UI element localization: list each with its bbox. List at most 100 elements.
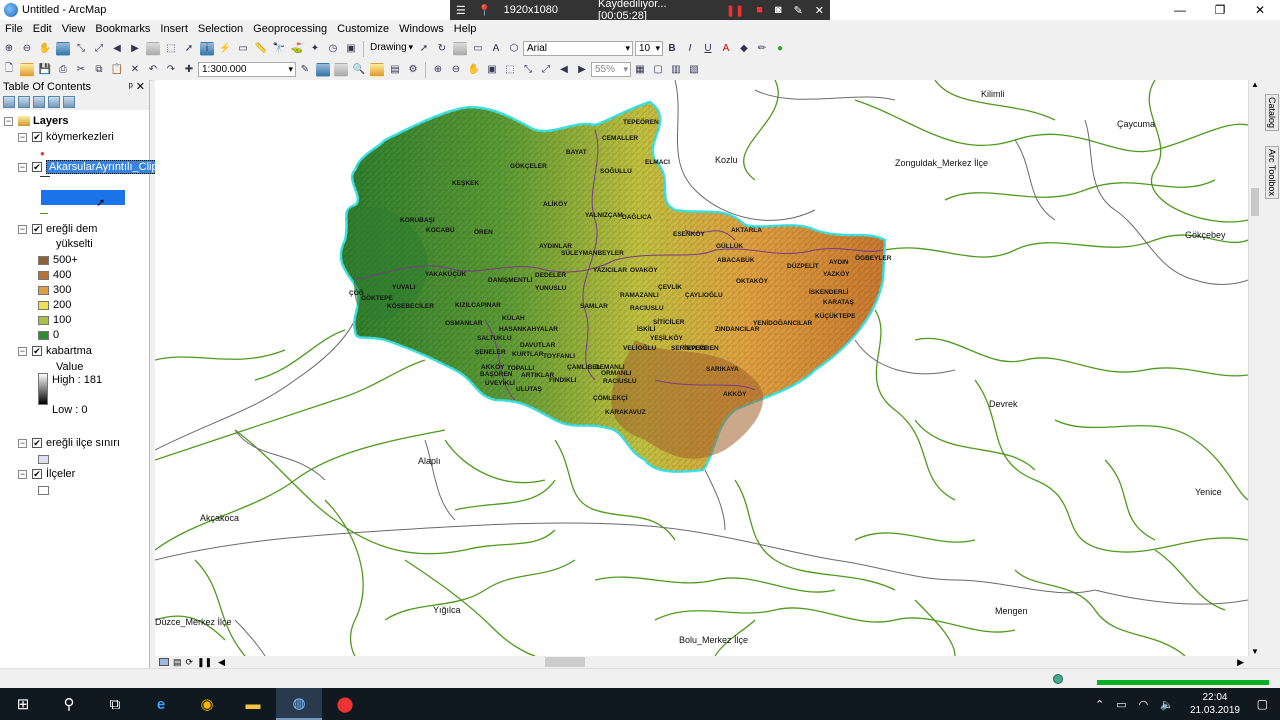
toolbox-icon[interactable] bbox=[370, 62, 384, 77]
layout-fixed-in-icon[interactable]: ⤡ bbox=[521, 63, 535, 77]
start-icon[interactable]: ⊞ bbox=[0, 688, 46, 720]
print-icon[interactable]: ⎙ bbox=[56, 63, 70, 77]
collapse-icon[interactable]: − bbox=[18, 469, 27, 479]
list-by-selection-icon[interactable] bbox=[48, 96, 60, 108]
data-driven-pages-icon[interactable]: ▧ bbox=[687, 63, 701, 77]
identify-icon[interactable]: i bbox=[200, 41, 214, 56]
map-canvas[interactable]: Kilimli Çaycuma Kozlu Zonguldak_Merkez İlçe… bbox=[155, 80, 1248, 656]
layer-kabartma[interactable]: − ✔ kabartma bbox=[18, 344, 92, 358]
change-layout-icon[interactable]: ▥ bbox=[669, 63, 683, 77]
html-popup-icon[interactable]: ▭ bbox=[236, 42, 250, 56]
menu-bookmarks[interactable]: Bookmarks bbox=[90, 23, 155, 35]
add-data-icon[interactable]: ✚ bbox=[182, 63, 196, 77]
undo-icon[interactable]: ↶ bbox=[146, 63, 160, 77]
catalog-tab[interactable]: Catalog bbox=[1265, 94, 1279, 132]
layout-back-icon[interactable]: ◀ bbox=[557, 63, 571, 77]
italic-button[interactable]: I bbox=[683, 42, 697, 56]
stop-icon[interactable]: ■ bbox=[756, 4, 763, 16]
font-size-select[interactable]: 10 bbox=[635, 41, 663, 56]
scroll-up-icon[interactable]: ▲ bbox=[1249, 80, 1261, 89]
map-vertical-scrollbar[interactable]: ▲ ▼ bbox=[1248, 80, 1261, 656]
layer-eregli-dem[interactable]: − ✔ ereğli dem bbox=[18, 222, 97, 236]
zoom-whole-page-icon[interactable] bbox=[453, 41, 467, 56]
paste-icon[interactable]: 📋 bbox=[110, 63, 124, 77]
menu-view[interactable]: View bbox=[57, 23, 91, 35]
layout-zoom-in-icon[interactable]: ⊕ bbox=[431, 63, 445, 77]
task-view-icon[interactable]: ⧉ bbox=[92, 688, 138, 720]
menu-geoprocessing[interactable]: Geoprocessing bbox=[248, 23, 332, 35]
list-by-visibility-icon[interactable] bbox=[33, 96, 45, 108]
layer-eregli-ilce[interactable]: − ✔ ereğli ilçe sınırı bbox=[18, 436, 120, 450]
collapse-icon[interactable]: − bbox=[18, 162, 27, 172]
pin-icon[interactable]: 📍 bbox=[478, 4, 492, 17]
visibility-checkbox[interactable]: ✔ bbox=[32, 438, 42, 448]
fill-color-icon[interactable]: ◆ bbox=[737, 42, 751, 56]
layer-ilceler[interactable]: − ✔ İlçeler bbox=[18, 467, 75, 481]
bold-button[interactable]: B bbox=[665, 42, 679, 56]
layer-koymerkezleri[interactable]: − ✔ köymerkezleri bbox=[18, 130, 114, 144]
notifications-icon[interactable]: ▢ bbox=[1257, 697, 1268, 711]
layout-zoom-out-icon[interactable]: ⊖ bbox=[449, 63, 463, 77]
visibility-checkbox[interactable]: ✔ bbox=[32, 162, 42, 172]
layers-group[interactable]: − Layers bbox=[4, 114, 68, 128]
camera-icon[interactable]: ◙ bbox=[775, 4, 782, 16]
clear-selection-icon[interactable]: ⬚ bbox=[164, 42, 178, 56]
layout-pan-icon[interactable]: ✋ bbox=[467, 63, 481, 77]
recorder-menu-icon[interactable]: ☰ bbox=[456, 4, 466, 17]
measure-icon[interactable]: 📏 bbox=[254, 42, 268, 56]
modelbuilder-icon[interactable]: ⚙ bbox=[406, 63, 420, 77]
layout-full-icon[interactable]: ▣ bbox=[485, 63, 499, 77]
horizontal-scroll-thumb[interactable] bbox=[545, 657, 585, 667]
data-view-icon[interactable] bbox=[159, 658, 169, 666]
menu-selection[interactable]: Selection bbox=[193, 23, 248, 35]
save-icon[interactable]: 💾 bbox=[38, 63, 52, 77]
scroll-left-icon[interactable]: ◀ bbox=[218, 657, 225, 668]
recorder-taskbar-icon[interactable]: ⬤ bbox=[322, 688, 368, 720]
marker-color-icon[interactable]: ● bbox=[773, 42, 787, 56]
cut-icon[interactable]: ✂ bbox=[74, 63, 88, 77]
find-route-icon[interactable]: ⛳ bbox=[290, 42, 304, 56]
layout-100-icon[interactable]: ⬚ bbox=[503, 63, 517, 77]
label-edit-box[interactable] bbox=[41, 190, 125, 205]
menu-windows[interactable]: Windows bbox=[394, 23, 449, 35]
hyperlink-icon[interactable]: ⚡ bbox=[218, 42, 232, 56]
tray-expand-icon[interactable]: ⌃ bbox=[1095, 698, 1104, 711]
edit-vertices-icon[interactable]: ⬡ bbox=[507, 42, 521, 56]
minimize-button[interactable]: — bbox=[1160, 0, 1200, 20]
toc-window-icon[interactable] bbox=[316, 62, 330, 77]
clock[interactable]: 22:04 21.03.2019 bbox=[1190, 691, 1240, 717]
pause-drawing-icon[interactable]: ❚❚ bbox=[197, 657, 212, 668]
delete-icon[interactable]: ✕ bbox=[128, 63, 142, 77]
collapse-icon[interactable]: − bbox=[18, 132, 27, 142]
drawing-menu[interactable]: Drawing bbox=[367, 41, 415, 56]
underline-button[interactable]: U bbox=[701, 42, 715, 56]
menu-edit[interactable]: Edit bbox=[28, 23, 57, 35]
goto-xy-icon[interactable]: ✦ bbox=[308, 42, 322, 56]
visibility-checkbox[interactable]: ✔ bbox=[32, 132, 42, 142]
time-slider-icon[interactable]: ◷ bbox=[326, 42, 340, 56]
select-features-icon[interactable] bbox=[146, 41, 160, 56]
menu-help[interactable]: Help bbox=[449, 23, 482, 35]
layout-fixed-out-icon[interactable]: ⤢ bbox=[539, 63, 553, 77]
chrome-icon[interactable]: ◉ bbox=[184, 688, 230, 720]
draw-select-icon[interactable]: ➚ bbox=[417, 42, 431, 56]
battery-icon[interactable]: ▭ bbox=[1116, 698, 1126, 711]
text-tool-icon[interactable]: A bbox=[489, 42, 503, 56]
zoom-out-icon[interactable]: ⊖ bbox=[20, 42, 34, 56]
search-icon[interactable]: ⚲ bbox=[46, 688, 92, 720]
focus-frame-icon[interactable]: ▢ bbox=[651, 63, 665, 77]
visibility-checkbox[interactable]: ✔ bbox=[32, 469, 42, 479]
layer-akarsular[interactable]: − ✔ AkarsularAyrıntılı_Clip3 bbox=[18, 160, 167, 174]
layout-forward-icon[interactable]: ▶ bbox=[575, 63, 589, 77]
pause-icon[interactable]: ❚❚ bbox=[726, 4, 744, 17]
full-extent-icon[interactable] bbox=[56, 41, 70, 56]
refresh-icon[interactable]: ⟳ bbox=[186, 657, 194, 668]
font-name-select[interactable]: Arial bbox=[523, 41, 633, 56]
scroll-down-icon[interactable]: ▼ bbox=[1249, 647, 1261, 656]
zoom-in-icon[interactable]: ⊕ bbox=[2, 42, 16, 56]
rotate-icon[interactable]: ↻ bbox=[435, 42, 449, 56]
close-button[interactable]: ✕ bbox=[1240, 0, 1280, 20]
toc-close-icon[interactable]: ᵖ ✕ bbox=[129, 80, 145, 94]
collapse-icon[interactable]: − bbox=[18, 438, 27, 448]
redo-icon[interactable]: ↷ bbox=[164, 63, 178, 77]
